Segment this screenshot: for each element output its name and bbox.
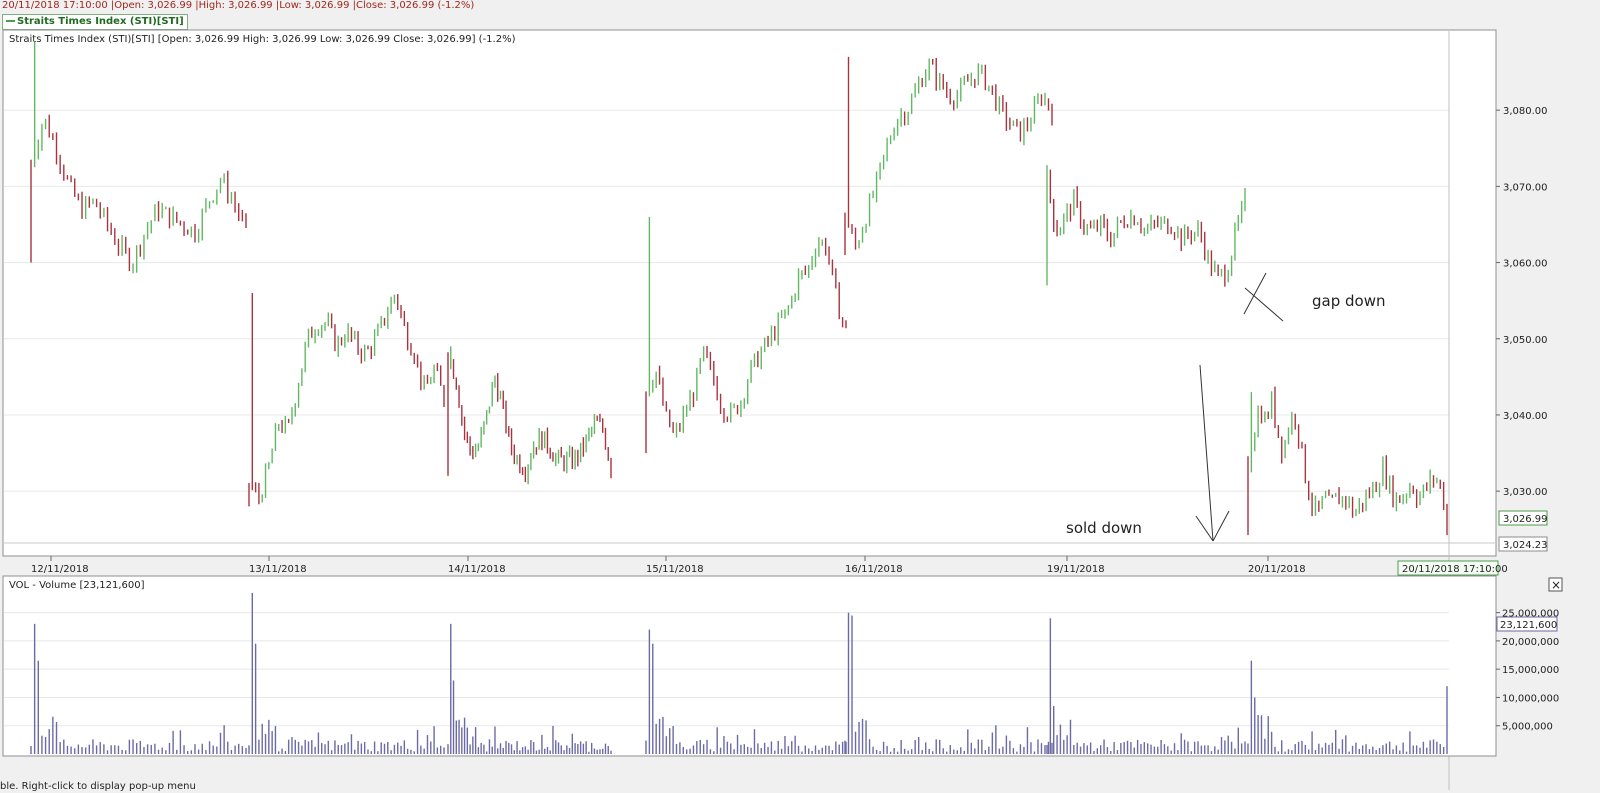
time-tick-label: 12/11/2018 [31,564,89,575]
last-volume-label: 23,121,600 [1500,620,1557,631]
cursor-time-label: 20/11/2018 17:10:00 [1402,564,1508,575]
price-panel-title: Straits Times Index (STI)[STI] [Open: 3,… [9,34,516,45]
time-tick-label: 20/11/2018 [1248,564,1306,575]
time-x-axis: 12/11/2018 13/11/2018 14/11/2018 15/11/2018… [31,556,1306,575]
gap-down-annotation: gap down [1312,292,1385,310]
price-tick-label: 3,080.00 [1503,106,1548,117]
price-tick-label: 3,070.00 [1503,182,1548,193]
volume-tick-label: 15,000,000 [1502,665,1559,676]
time-tick-label: 16/11/2018 [845,564,903,575]
volume-panel[interactable] [2,575,1497,757]
sold-down-annotation: sold down [1066,519,1142,537]
volume-tick-label: 10,000,000 [1502,693,1559,704]
cursor-price-label: 3,024.23 [1503,540,1548,551]
volume-panel-title: VOL - Volume [23,121,600] [9,580,145,591]
price-tick-label: 3,030.00 [1503,487,1548,498]
time-tick-label: 13/11/2018 [249,564,307,575]
last-price-label: 3,026.99 [1503,514,1548,525]
time-tick-label: 15/11/2018 [646,564,704,575]
chart-canvas[interactable]: Straits Times Index (STI)[STI] [Open: 3,… [0,0,1600,793]
price-panel[interactable] [2,29,1497,557]
status-bar: ble. Right-click to display pop-up menu [0,781,196,792]
time-tick-label: 19/11/2018 [1047,564,1105,575]
price-tick-label: 3,040.00 [1503,411,1548,422]
price-y-axis: 3,030.00 3,040.00 3,050.00 3,060.00 3,070.00… [1496,106,1548,498]
volume-tick-label: 5,000,000 [1502,722,1553,733]
close-icon[interactable]: × [1551,578,1561,592]
price-tick-label: 3,050.00 [1503,335,1548,346]
price-tick-label: 3,060.00 [1503,259,1548,270]
volume-tick-label: 20,000,000 [1502,637,1559,648]
time-tick-label: 14/11/2018 [448,564,506,575]
